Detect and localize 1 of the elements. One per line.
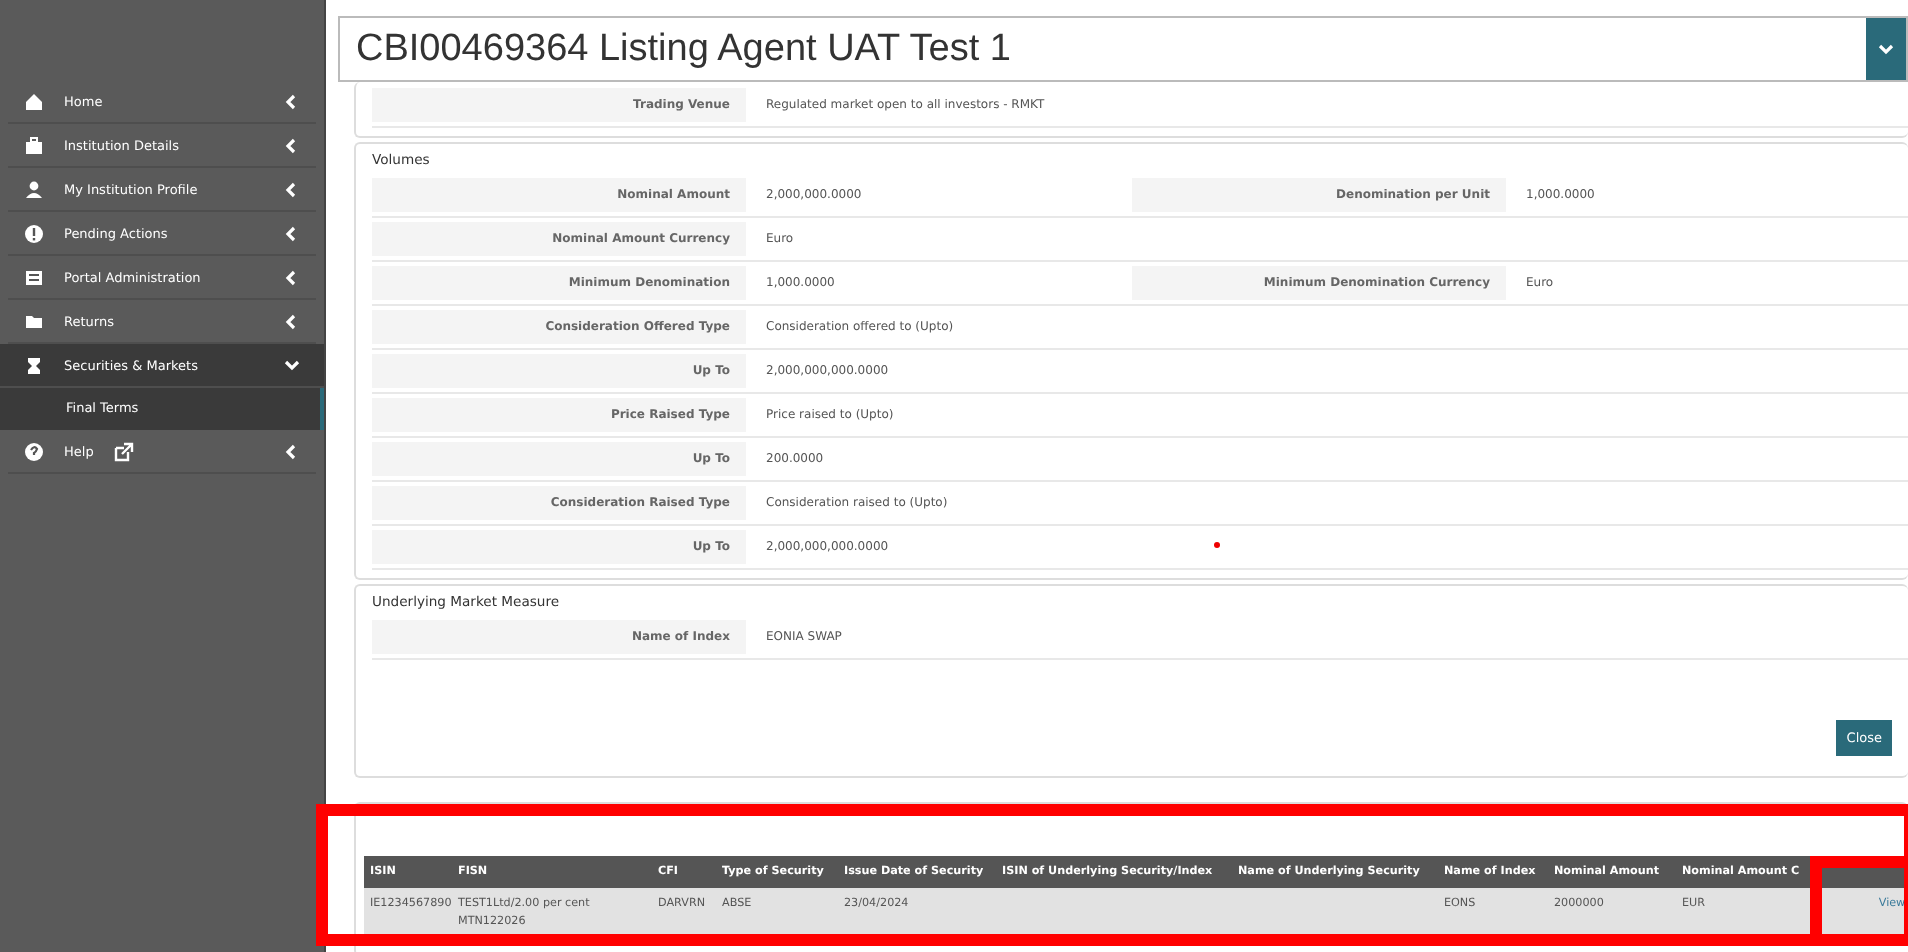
page-title: CBI00469364 Listing Agent UAT Test 1: [354, 26, 1013, 74]
